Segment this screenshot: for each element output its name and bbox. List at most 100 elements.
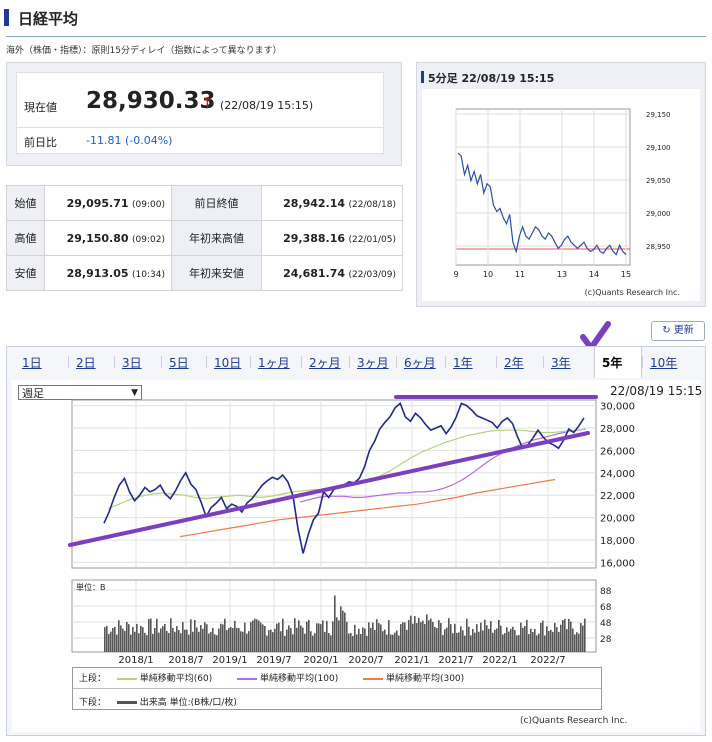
volume-bar [314,633,316,652]
volume-bar [398,635,400,652]
legend-swatch-ma60 [116,677,137,680]
volume-bar [176,626,178,652]
volume-bar [462,630,464,652]
volume-bar [198,631,200,652]
volume-bar [374,629,376,652]
volume-bar [278,622,280,652]
volume-bar [502,634,504,652]
x-tick-label: 2018/1 [118,655,153,666]
volume-bar [498,619,500,652]
volume-bar [582,625,584,652]
volume-bar [310,631,312,652]
volume-bar [164,623,166,652]
volume-bar [230,627,232,652]
volume-bar [214,634,216,652]
volume-bar [138,633,140,652]
volume-bar [402,622,404,652]
volume-bar [142,627,144,652]
volume-bar [580,622,582,652]
volume-bar [358,628,360,652]
volume-bar [430,618,432,652]
volume-bar [452,633,454,652]
volume-bar [120,625,122,652]
volume-bar [236,627,238,652]
volume-bar [136,623,138,652]
volume-bar [414,616,416,652]
volume-bar [432,621,434,652]
volume-bar [574,634,576,652]
volume-bar [184,629,186,652]
volume-bar [572,628,574,652]
volume-bar [542,620,544,652]
volume-bar [312,635,314,652]
volume-bar [396,630,398,652]
volume-bar [186,629,188,652]
legend-upper-label: 上段： [79,674,107,684]
volume-bar [514,630,516,652]
volume-bar [168,632,170,652]
chart-legend: 上段： 単純移動平均(60) 単純移動平均(100) 単純移動平均(300) 下… [72,667,602,710]
volume-bar [372,622,374,652]
volume-bar [320,624,322,652]
volume-bar [556,627,558,652]
volume-bar [226,630,228,652]
volume-bar [412,623,414,652]
volume-bar [112,628,114,652]
volume-bar [260,622,262,652]
volume-bar [570,621,572,652]
volume-bar [178,630,180,652]
volume-bar [216,635,218,652]
volume-bar [256,619,258,652]
volume-bar [304,633,306,652]
volume-bar [206,624,208,652]
volume-bar [436,628,438,652]
volume-bar [332,621,334,652]
volume-bar [326,621,328,652]
volume-bar [448,618,450,652]
volume-y-tick: 48 [600,619,612,629]
x-tick-label: 2022/7 [530,655,565,666]
volume-unit-label: 単位：B [76,582,106,592]
main-chart[interactable]: 30,000 28,000 26,000 24,000 22,000 20,000 18,0… [0,0,712,742]
volume-bar [536,635,538,652]
volume-bar [254,618,256,652]
volume-bar [484,619,486,652]
volume-bar [530,628,532,652]
volume-bar [490,621,492,652]
volume-bar [126,621,128,652]
legend-upper: 上段： 単純移動平均(60) 単純移動平均(100) 単純移動平均(300) [79,671,464,684]
volume-bar [506,627,508,652]
volume-bar [222,624,224,652]
volume-y-tick: 88 [600,587,612,597]
volume-bar [522,627,524,652]
volume-bar [394,632,396,652]
volume-bar [464,635,466,652]
volume-bar [240,631,242,652]
volume-bar [212,627,214,652]
price-y-tick: 20,000 [600,514,635,525]
volume-bar [504,633,506,652]
volume-bar [544,635,546,652]
volume-bar [118,620,120,652]
volume-bar [196,627,198,652]
volume-bar [410,615,412,652]
legend-swatch-ma300 [363,677,384,680]
price-y-tick: 22,000 [600,491,635,502]
volume-bar [330,635,332,652]
volume-bar [474,632,476,652]
volume-bar [202,628,204,652]
volume-bar [268,630,270,652]
volume-bar [246,633,248,652]
x-tick-label: 2022/1 [482,655,517,666]
volume-bar [232,628,234,652]
volume-bar [108,633,110,652]
volume-bar [546,626,548,652]
price-y-tick: 24,000 [600,469,635,480]
volume-bar [552,631,554,652]
volume-bar [110,631,112,652]
volume-bar [492,632,494,652]
volume-bar [208,633,210,652]
volume-bar [282,618,284,652]
volume-bar [444,629,446,652]
volume-bar [416,623,418,652]
